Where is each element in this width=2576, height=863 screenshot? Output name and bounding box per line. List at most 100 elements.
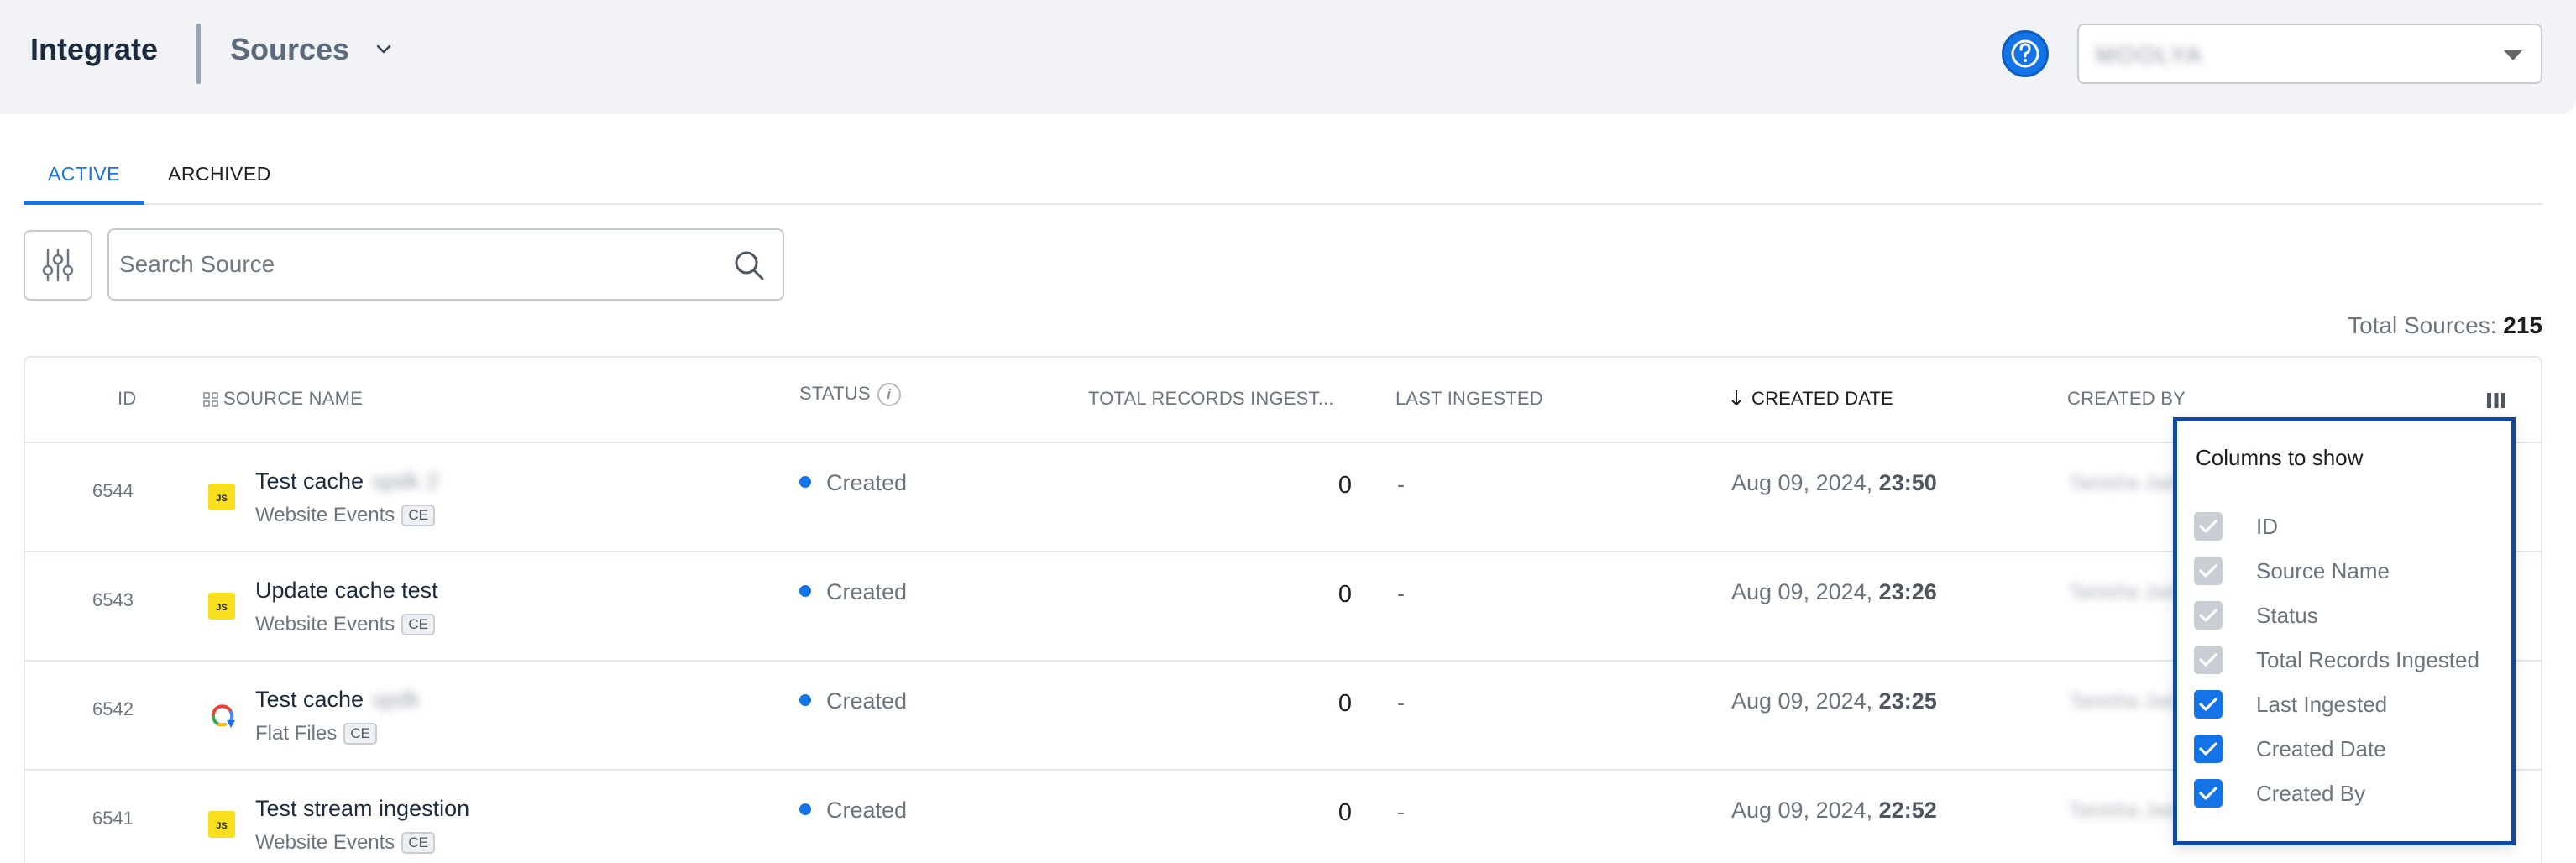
checkmark-icon [2199, 564, 2217, 578]
total-records: 0 [1338, 690, 1352, 717]
column-option-source-name[interactable]: Source Name [2194, 553, 2513, 587]
column-option-created-by[interactable]: Created By [2194, 776, 2513, 809]
checkmark-icon [2199, 653, 2217, 667]
ce-badge: CE [401, 832, 435, 854]
column-option-total-records-ingested[interactable]: Total Records Ingested [2194, 642, 2513, 676]
column-option-status[interactable]: Status [2194, 598, 2513, 631]
checkbox[interactable] [2194, 557, 2223, 585]
last-ingested: - [1397, 690, 1405, 715]
checkbox[interactable] [2194, 512, 2223, 541]
source-name[interactable]: Update cache test [255, 578, 438, 604]
column-option-created-date[interactable]: Created Date [2194, 731, 2513, 765]
table-row[interactable]: 6542 Test cache spdk Flat Files CE Created… [25, 662, 2541, 771]
google-cloud-storage-icon [211, 704, 235, 728]
js-icon: JS [208, 484, 235, 510]
source-name-text: Test cache [255, 687, 364, 712]
column-option-label: Source Name [2256, 558, 2390, 583]
tab-bar: ACTIVE ARCHIVED [24, 148, 2542, 205]
source-icon: JS [208, 811, 235, 838]
column-option-label: Total Records Ingested [2256, 647, 2479, 672]
column-header-created-by[interactable]: CREATED BY [2067, 388, 2186, 410]
tab-active[interactable]: ACTIVE [24, 163, 144, 205]
table-row[interactable]: 6543 JS Update cache test Website Events… [25, 552, 2541, 662]
checkbox[interactable] [2194, 779, 2223, 808]
column-header-source-name[interactable]: SOURCE NAME [203, 388, 363, 410]
checkbox[interactable] [2194, 601, 2223, 630]
column-option-id[interactable]: ID [2194, 509, 2513, 542]
org-selector[interactable]: MOOLYA [2077, 24, 2542, 84]
checkbox[interactable] [2194, 735, 2223, 763]
total-sources-value: 215 [2503, 312, 2542, 338]
status-text: Created [826, 688, 908, 714]
source-icon: JS [208, 593, 235, 620]
created-by: Tanisha Jain [2069, 799, 2181, 822]
grid-icon [203, 392, 218, 407]
info-icon[interactable]: i [877, 383, 901, 407]
last-ingested: - [1397, 472, 1405, 497]
checkbox[interactable] [2194, 690, 2223, 719]
help-button[interactable] [2002, 30, 2049, 77]
source-name[interactable]: Test cache spdk [255, 687, 420, 713]
search-input[interactable] [119, 245, 724, 284]
column-option-label: Status [2256, 603, 2318, 628]
tab-archived[interactable]: ARCHIVED [168, 163, 271, 186]
title-divider [196, 24, 201, 84]
total-records: 0 [1338, 472, 1352, 499]
columns-to-show-panel: Columns to show ID Source Name Status To… [2173, 417, 2516, 845]
search-icon[interactable] [732, 248, 766, 282]
checkmark-icon [2199, 609, 2217, 622]
total-records: 0 [1338, 581, 1352, 608]
column-header-status[interactable]: STATUS i [799, 383, 901, 407]
row-id: 6542 [92, 698, 134, 719]
row-id: 6544 [92, 480, 134, 501]
column-option-last-ingested[interactable]: Last Ingested [2194, 687, 2513, 720]
column-header-last-ingested[interactable]: LAST INGESTED [1395, 388, 1543, 410]
section-title[interactable]: Sources [230, 32, 349, 67]
table-row[interactable]: 6544 JS Test cache spdk 2 Website Events C… [25, 443, 2541, 552]
table-row[interactable]: 6541 JS Test stream ingestion Website Ev… [25, 771, 2541, 863]
source-name-text: Test stream ingestion [255, 796, 470, 821]
status: Created [799, 579, 907, 605]
checkmark-icon [2199, 742, 2217, 756]
total-sources: Total Sources: 215 [2348, 312, 2542, 339]
columns-icon[interactable] [2485, 391, 2507, 410]
top-header: Integrate Sources MOOLYA [0, 0, 2576, 114]
chevron-down-icon[interactable] [373, 39, 395, 60]
column-header-id[interactable]: ID [118, 388, 136, 410]
column-header-total-records[interactable]: TOTAL RECORDS INGEST... [1088, 388, 1334, 410]
created-date-text: Aug 09, 2024, [1731, 798, 1873, 823]
status: Created [799, 470, 907, 496]
status-dot [799, 694, 811, 706]
row-id: 6543 [92, 589, 134, 610]
status: Created [799, 798, 907, 824]
created-time: 23:26 [1878, 579, 1937, 604]
column-header-status-label: STATUS [799, 383, 871, 404]
checkmark-icon [2199, 698, 2217, 711]
checkmark-icon [2199, 787, 2217, 800]
status-dot [799, 585, 811, 597]
ce-badge: CE [401, 614, 435, 635]
column-header-created-date[interactable]: CREATED DATE [1730, 388, 1893, 410]
created-time: 23:50 [1878, 470, 1937, 495]
source-type-text: Website Events [255, 831, 395, 854]
status-text: Created [826, 579, 908, 604]
source-name[interactable]: Test cache spdk 2 [255, 468, 439, 494]
column-option-label: Created Date [2256, 736, 2386, 761]
js-icon: JS [208, 811, 235, 838]
source-type-text: Website Events [255, 613, 395, 635]
sliders-icon [42, 248, 74, 282]
source-name-text: Update cache test [255, 578, 438, 603]
source-icon: JS [208, 484, 235, 510]
status: Created [799, 688, 907, 714]
total-sources-label: Total Sources: [2348, 312, 2497, 338]
source-type-text: Website Events [255, 504, 395, 526]
created-by: Tanisha Jain [2069, 472, 2181, 494]
filter-button[interactable] [24, 230, 92, 301]
search-box [107, 228, 784, 301]
created-by: Tanisha Jain [2069, 690, 2181, 713]
ce-badge: CE [401, 505, 435, 526]
checkbox[interactable] [2194, 646, 2223, 674]
status-text: Created [826, 470, 908, 495]
created-date: Aug 09, 2024, 23:50 [1731, 470, 1937, 496]
source-name[interactable]: Test stream ingestion [255, 796, 469, 822]
